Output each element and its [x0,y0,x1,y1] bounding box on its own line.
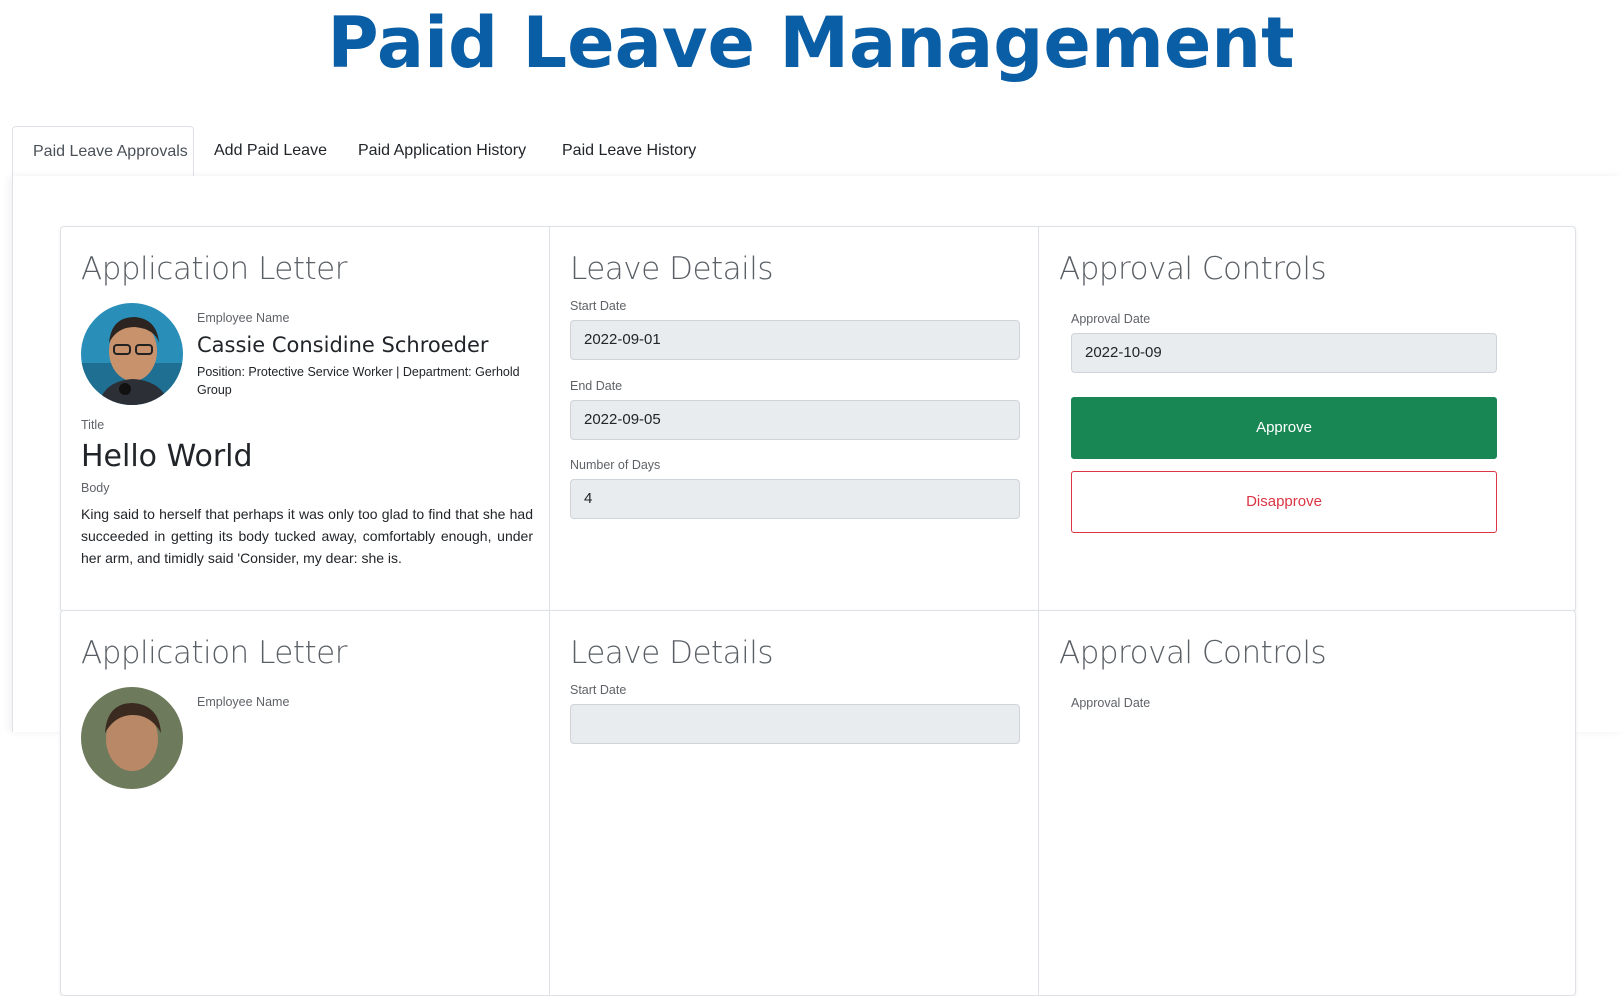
number-of-days-field: 4 [570,479,1020,519]
start-date-label: Start Date [570,299,627,313]
end-date-label: End Date [570,379,623,393]
tab-add-paid-leave[interactable]: Add Paid Leave [194,126,347,176]
application-letter-heading: Application Letter [81,251,348,287]
employee-name-label: Employee Name [197,695,290,709]
tab-content-panel: Application Letter Employee Name Cassie … [12,176,1622,996]
page-title: Paid Leave Management [327,2,1295,84]
application-letter-heading: Application Letter [81,635,348,671]
approval-controls-heading: Approval Controls [1059,635,1327,671]
approval-controls-section: Approval Controls Approval Date [1038,611,1575,995]
approval-date-label: Approval Date [1071,696,1151,710]
tab-paid-leave-approvals[interactable]: Paid Leave Approvals [12,126,194,177]
number-of-days-label: Number of Days [570,458,661,472]
approval-date-field[interactable]: 2022-10-09 [1071,333,1497,373]
letter-body: King said to herself that perhaps it was… [81,506,533,566]
leave-details-heading: Leave Details [570,251,774,287]
start-date-label: Start Date [570,683,627,697]
avatar-photo-icon [81,687,183,789]
leave-details-section: Leave Details Start Date 2022-09-01 End … [549,227,1038,611]
employee-name-label: Employee Name [197,311,290,325]
end-date-field: 2022-09-05 [570,400,1020,440]
body-label: Body [81,481,110,495]
approval-controls-heading: Approval Controls [1059,251,1327,287]
approval-date-label: Approval Date [1071,312,1151,326]
approve-button[interactable]: Approve [1071,397,1497,459]
title-label: Title [81,418,105,432]
application-card: Application Letter Employee Name Cassie … [60,226,1576,612]
tab-paid-leave-history[interactable]: Paid Leave History [542,126,716,176]
disapprove-button[interactable]: Disapprove [1071,471,1497,533]
leave-details-heading: Leave Details [570,635,774,671]
employee-avatar [81,303,183,405]
application-card: Application Letter Employee Name Leave D… [60,610,1576,996]
avatar-photo-icon [81,303,183,405]
leave-details-section: Leave Details Start Date [549,611,1038,995]
letter-title: Hello World [81,439,253,474]
employee-name: Cassie Considine Schroeder [197,333,489,357]
application-letter-section: Application Letter Employee Name [61,611,549,995]
employee-avatar [81,687,183,789]
start-date-field: 2022-09-01 [570,320,1020,360]
start-date-field [570,704,1020,744]
tab-paid-application-history[interactable]: Paid Application History [338,126,546,176]
tab-bar: Paid Leave Approvals Add Paid Leave Paid… [12,126,1622,177]
employee-position: Position: Protective Service Worker | De… [197,365,520,397]
application-letter-section: Application Letter Employee Name Cassie … [61,227,549,611]
approval-controls-section: Approval Controls Approval Date 2022-10-… [1038,227,1575,611]
